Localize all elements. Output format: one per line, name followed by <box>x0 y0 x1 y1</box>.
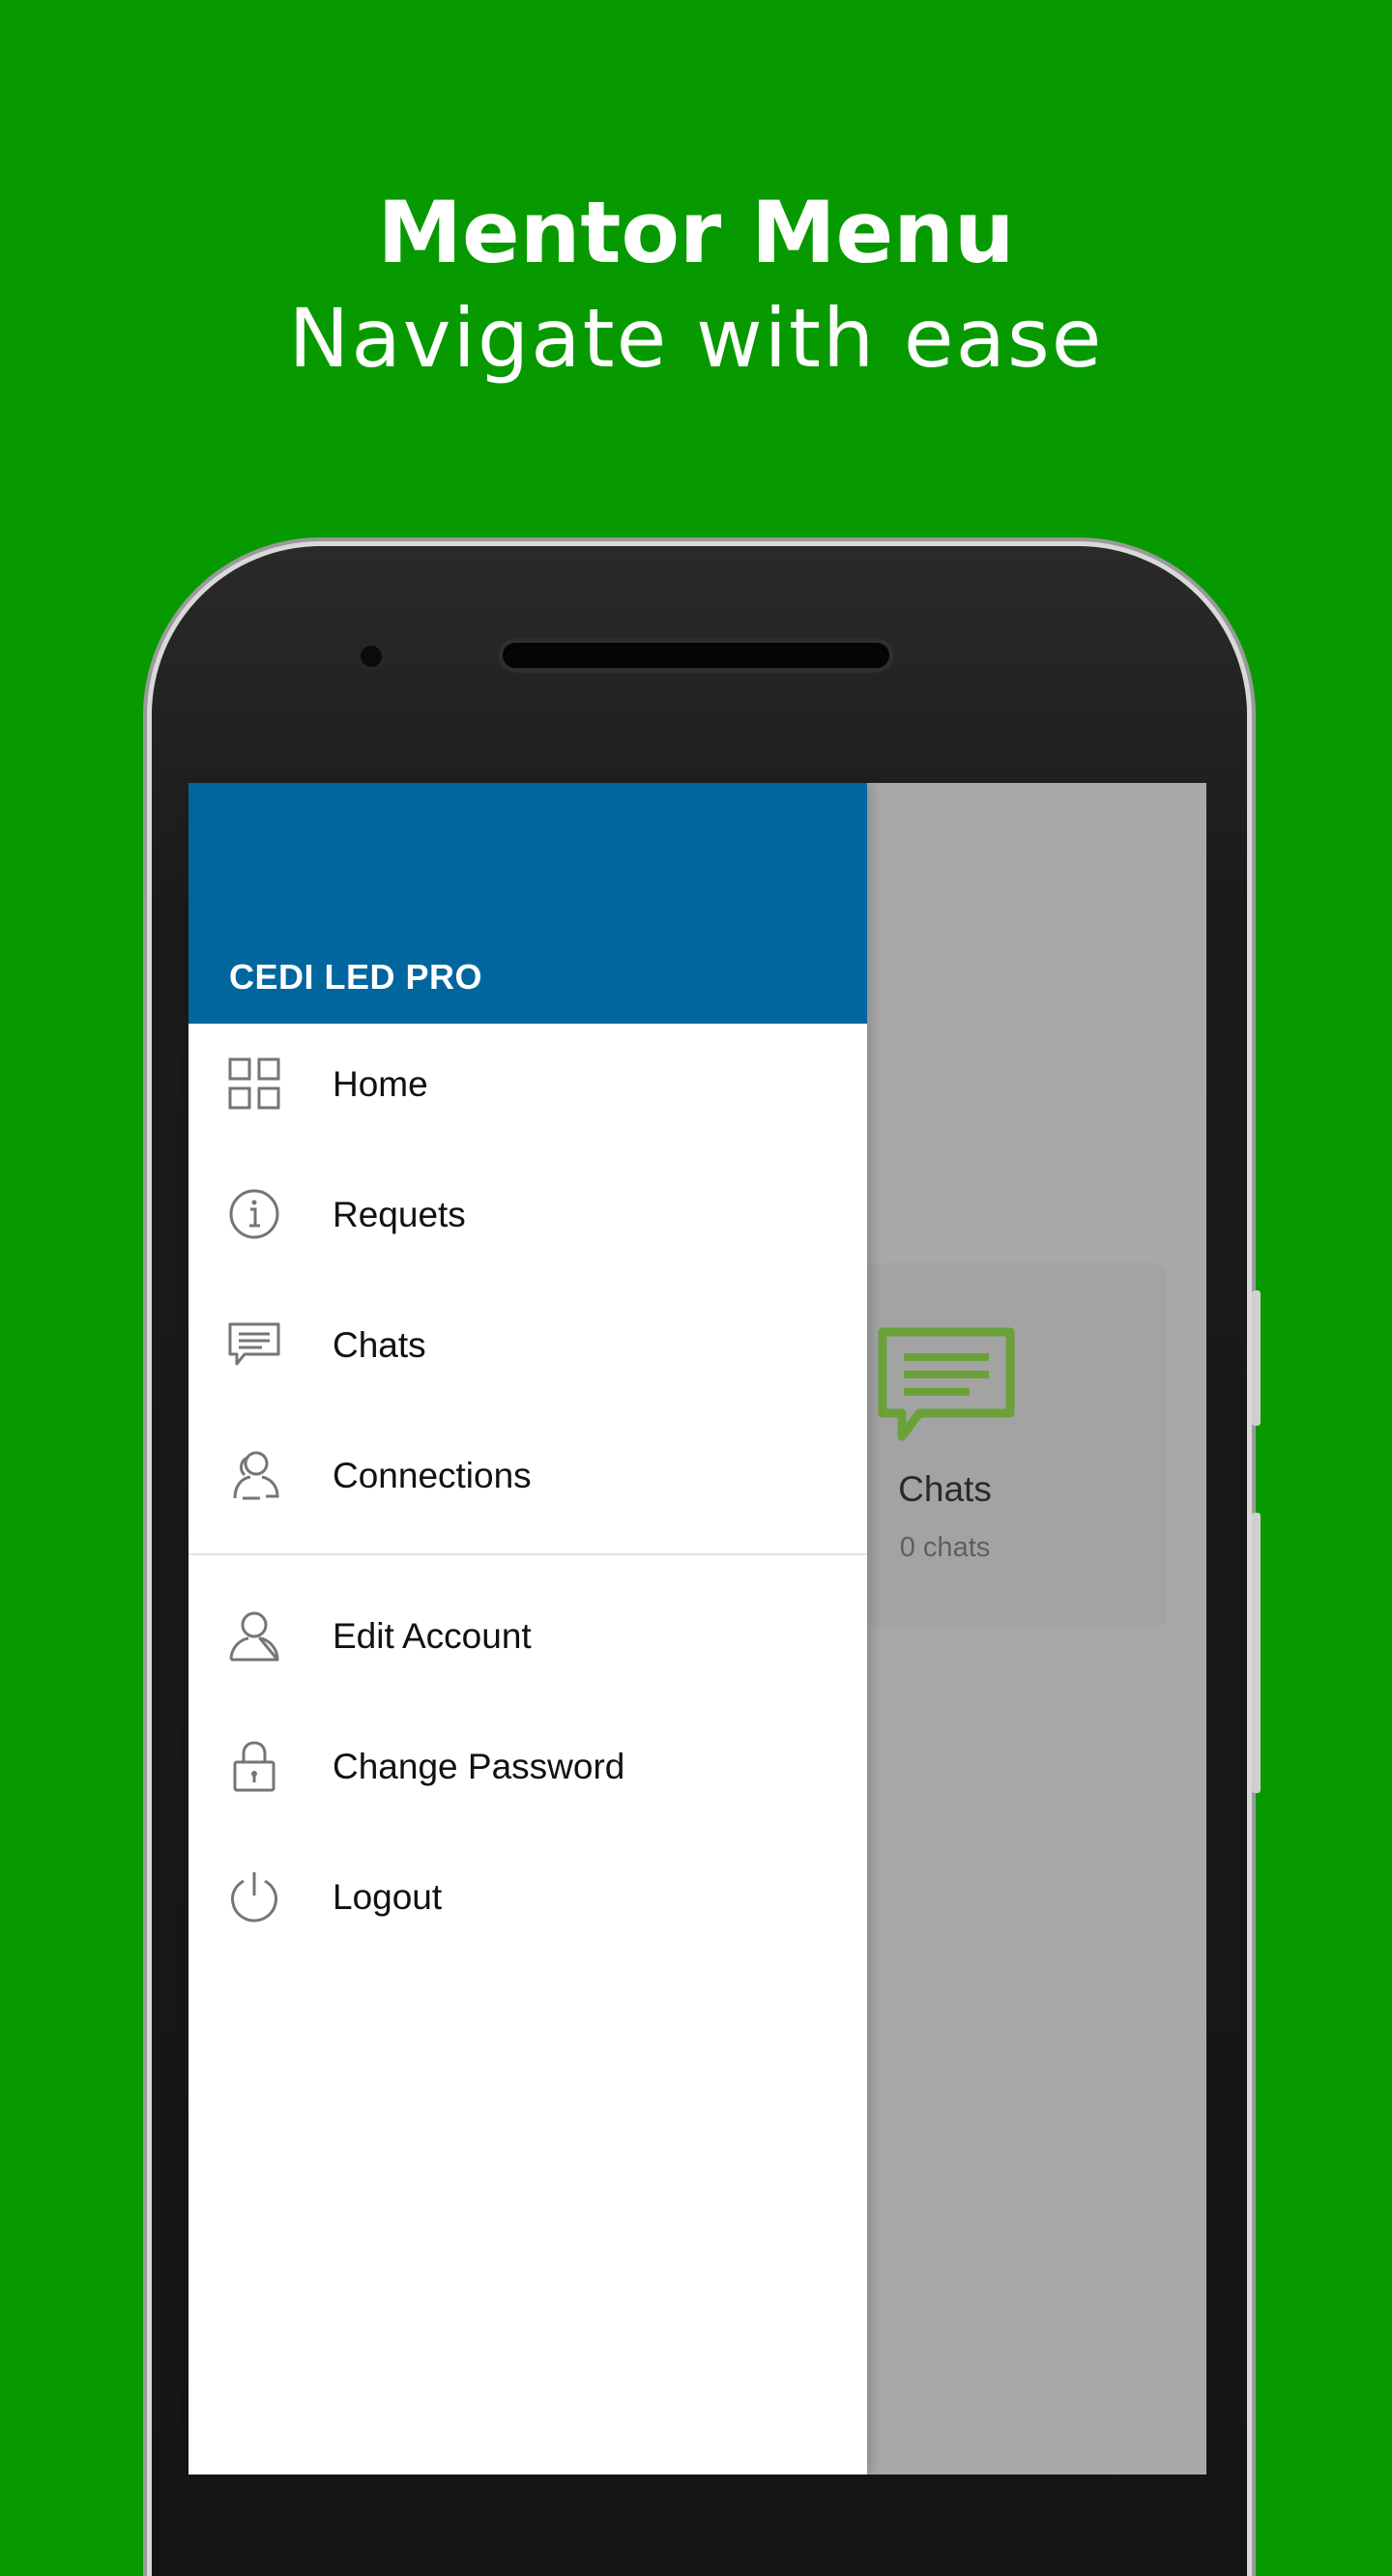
menu-item-home[interactable]: Home <box>188 1024 867 1154</box>
menu-item-requests[interactable]: Requets <box>188 1154 867 1285</box>
chats-card-count: 0 chats <box>899 1532 991 1563</box>
lock-icon <box>233 1741 276 1792</box>
power-icon <box>231 1872 277 1923</box>
menu-item-logout[interactable]: Logout <box>188 1837 867 1967</box>
menu-item-connections[interactable]: Connections <box>188 1415 867 1546</box>
promo-title: Mentor Menu <box>377 183 1015 282</box>
drawer-header-title: CEDI LED PRO <box>229 957 483 997</box>
menu-label-logout: Logout <box>333 1877 443 1917</box>
menu-divider <box>188 1553 867 1555</box>
menu-item-chats[interactable]: Chats <box>188 1285 867 1415</box>
chats-card-title: Chats <box>898 1469 992 1509</box>
users-icon <box>233 1451 279 1500</box>
menu-label-connections: Connections <box>333 1456 532 1495</box>
phone-side-button <box>1252 1290 1261 1426</box>
phone-volume-button <box>1252 1513 1261 1793</box>
menu-label-home: Home <box>333 1064 428 1104</box>
menu-label-requests: Requets <box>333 1195 466 1234</box>
promo-subtitle: Navigate with ease <box>288 291 1104 386</box>
grid-icon <box>228 1057 280 1110</box>
navigation-drawer: CEDI LED PRO Home Requets Chats Connecti… <box>188 783 867 2475</box>
chat-bubble-icon <box>878 1327 1015 1441</box>
user-icon <box>229 1611 279 1662</box>
chat-icon <box>228 1322 280 1366</box>
menu-label-edit-account: Edit Account <box>333 1616 532 1656</box>
menu-label-chats: Chats <box>333 1325 426 1365</box>
drawer-header: CEDI LED PRO <box>188 783 867 1024</box>
earpiece-speaker <box>498 638 894 673</box>
front-camera <box>361 646 382 667</box>
menu-item-edit-account[interactable]: Edit Account <box>188 1576 867 1706</box>
menu-item-change-password[interactable]: Change Password <box>188 1706 867 1837</box>
menu-label-change-password: Change Password <box>333 1747 625 1786</box>
info-icon <box>229 1189 279 1239</box>
